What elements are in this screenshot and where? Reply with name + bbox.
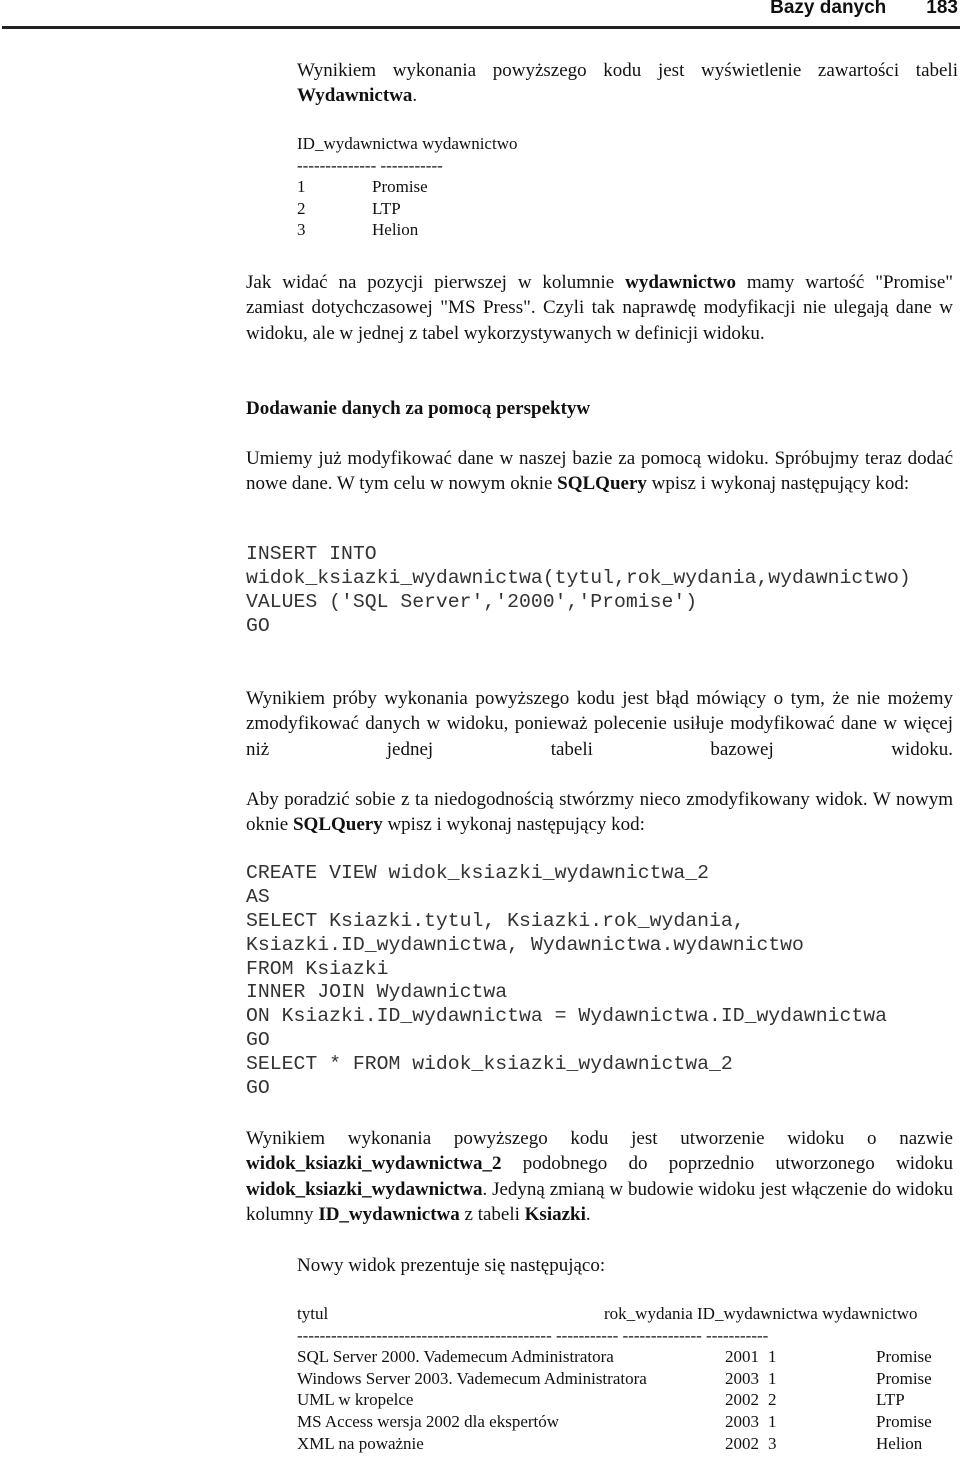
cell-rok: 2001 (725, 1347, 759, 1367)
text-segment: Wynikiem wykonania powyższego kodu jest … (297, 60, 958, 81)
cell-rok: 2002 (725, 1390, 759, 1410)
header-tytul: tytul (297, 1304, 329, 1323)
table-divider: ----------------------------------------… (297, 1325, 960, 1347)
table-view-result: tytul rok_wydania ID_wydawnictwa wydawni… (297, 1303, 960, 1454)
page-number: 183 (926, 0, 958, 18)
table-row: Windows Server 2003. Vademecum Administr… (297, 1368, 960, 1390)
cell-tytul: SQL Server 2000. Vademecum Administrator… (297, 1347, 614, 1367)
cell-tytul: Windows Server 2003. Vademecum Administr… (297, 1368, 647, 1388)
table-row: SQL Server 2000. Vademecum Administrator… (297, 1346, 960, 1368)
code-line: CREATE VIEW widok_ksiazki_wydawnictwa_2 (246, 862, 709, 884)
paragraph-intro: Wynikiem wykonania powyższego kodu jest … (297, 58, 958, 109)
header-title: Bazy danych (770, 0, 887, 18)
cell-id: 1 (768, 1368, 777, 1388)
text-segment: wpisz i wykonaj następujący kod: (646, 473, 910, 495)
cell-id: 3 (768, 1433, 777, 1453)
divider-text: -------------- ----------- (297, 155, 443, 175)
code-line: AS (246, 885, 270, 908)
bold-term: SQLQuery (557, 473, 647, 495)
cell-wydawnictwo: Promise (876, 1411, 932, 1431)
bold-term: ID_wydawnictwa (318, 1204, 460, 1226)
bold-term: widok_ksiazki_wydawnictwa (246, 1178, 483, 1200)
code-line: INSERT INTO (246, 543, 377, 565)
cell-rok: 2003 (725, 1368, 759, 1388)
cell-tytul: XML na poważnie (297, 1433, 424, 1453)
code-line: GO (246, 1077, 270, 1100)
text-segment: Wynikiem wykonania powyższego kodu jest … (246, 1128, 953, 1149)
text-segment: wpisz i wykonaj następujący kod: (382, 814, 645, 836)
code-line: INNER JOIN Wydawnictwa (246, 981, 508, 1004)
cell-wydawnictwo: Promise (372, 177, 428, 197)
header-text: ID_wydawnictwa wydawnictwo (297, 134, 518, 153)
paragraph-error: Wynikiem próby wykonania powyższego kodu… (246, 686, 953, 762)
table-row: UML w kropelce 2002 2 LTP (297, 1389, 960, 1411)
text-segment: podobnego do poprzednio utworzonego wido… (501, 1153, 953, 1175)
cell-rok: 2003 (725, 1411, 759, 1431)
cell-id: 2 (768, 1390, 777, 1410)
cell-wydawnictwo: Helion (876, 1433, 923, 1453)
text-segment: z tabeli (459, 1204, 525, 1226)
code-line: FROM Ksiazki (246, 957, 389, 980)
table-row: MS Access wersja 2002 dla ekspertów 2003 1… (297, 1411, 960, 1433)
paragraph-explanation: Jak widać na pozycji pierwszej w kolumni… (246, 270, 953, 346)
text-segment: Nowy widok prezentuje się następująco: (297, 1255, 606, 1276)
paragraph-insert-intro: Umiemy już modyfikować dane w naszej baz… (246, 446, 953, 497)
header-other-columns: rok_wydania ID_wydawnictwa wydawnictwo (604, 1304, 918, 1323)
text-segment: . (412, 85, 418, 107)
section-heading: Dodawanie danych za pomocą perspektyw (246, 398, 591, 419)
code-line: SELECT * FROM widok_ksiazki_wydawnictwa_… (246, 1053, 733, 1076)
code-line: ON Ksiazki.ID_wydawnictwa = Wydawnictwa.… (246, 1005, 888, 1028)
code-line: GO (246, 614, 270, 637)
text-segment: Jak widać na pozycji pierwszej w kolumni… (246, 272, 626, 293)
cell-tytul: MS Access wersja 2002 dla ekspertów (297, 1411, 560, 1431)
bold-term: wydawnictwo (625, 272, 736, 293)
code-block-create-view: CREATE VIEW widok_ksiazki_wydawnictwa_2 A… (246, 862, 887, 1101)
divider-text: ----------------------------------------… (297, 1325, 769, 1345)
cell-wydawnictwo: LTP (372, 198, 401, 218)
cell-tytul: UML w kropelce (297, 1390, 414, 1410)
cell-id: 1 (768, 1411, 777, 1431)
code-line: SELECT Ksiazki.tytul, Ksiazki.rok_wydani… (246, 909, 745, 932)
paragraph-new-view: Nowy widok prezentuje się następująco: (297, 1253, 958, 1278)
cell-wydawnictwo: Promise (876, 1347, 932, 1367)
paragraph-modified-view: Aby poradzić sobie z ta niedogodnością s… (246, 787, 953, 838)
bold-term: Ksiazki (524, 1204, 586, 1226)
cell-id: 2 (297, 198, 306, 218)
cell-wydawnictwo: Promise (876, 1368, 932, 1388)
bold-term: Wydawnictwa (297, 85, 413, 107)
header-rule (2, 26, 960, 29)
paragraph-result: Wynikiem wykonania powyższego kodu jest … (246, 1126, 953, 1228)
text-segment: . (585, 1204, 591, 1226)
cell-wydawnictwo: LTP (876, 1390, 905, 1410)
code-line: widok_ksiazki_wydawnictwa(tytul,rok_wyda… (246, 566, 911, 589)
cell-id: 3 (297, 220, 306, 240)
cell-id: 1 (297, 177, 306, 197)
table-row: XML na poważnie 2002 3 Helion (297, 1433, 960, 1455)
code-line: GO (246, 1029, 270, 1052)
cell-wydawnictwo: Helion (372, 220, 419, 240)
text-segment: Wynikiem próby wykonania powyższego kodu… (246, 688, 953, 760)
bold-term: SQLQuery (292, 814, 383, 836)
code-line: Ksiazki.ID_wydawnictwa, Wydawnictwa.wyda… (246, 933, 804, 956)
running-header: Bazy danych 183 (770, 0, 958, 19)
bold-term: widok_ksiazki_wydawnictwa_2 (246, 1153, 502, 1175)
code-line: VALUES ('SQL Server','2000','Promise') (246, 590, 698, 613)
cell-id: 1 (768, 1347, 777, 1367)
cell-rok: 2002 (725, 1433, 759, 1453)
table-header: tytul rok_wydania ID_wydawnictwa wydawni… (297, 1303, 960, 1325)
code-block-insert: INSERT INTO widok_ksiazki_wydawnictwa(tyt… (246, 543, 911, 639)
